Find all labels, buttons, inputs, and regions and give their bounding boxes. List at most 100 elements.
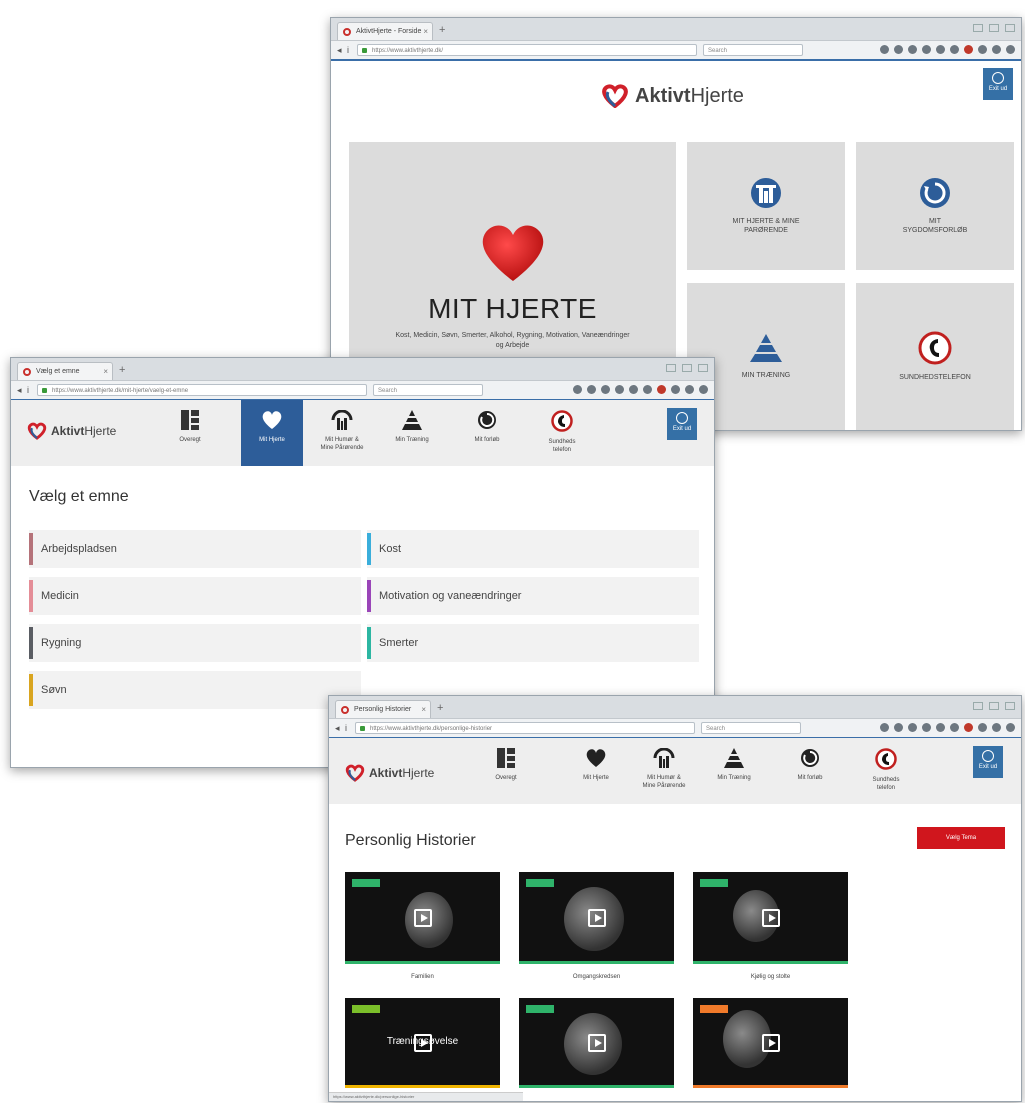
- info-icon[interactable]: i: [345, 722, 347, 734]
- nav-overblik[interactable]: Overegt: [475, 738, 537, 804]
- minimize-icon[interactable]: [973, 24, 983, 32]
- pocket-icon[interactable]: [908, 723, 917, 732]
- pocket-icon[interactable]: [601, 385, 610, 394]
- play-icon[interactable]: [413, 909, 432, 927]
- extension-icon[interactable]: [950, 723, 959, 732]
- topic-item[interactable]: Rygning: [29, 624, 361, 662]
- menu-icon[interactable]: [699, 385, 708, 394]
- brand-logo[interactable]: AktivtHjerte: [601, 84, 744, 108]
- topic-item[interactable]: Arbejdspladsen: [29, 530, 361, 568]
- back-icon[interactable]: ◂: [335, 722, 340, 734]
- nav-mit-hjerte[interactable]: Mit Hjerte: [241, 400, 303, 466]
- video-thumbnail[interactable]: [519, 872, 674, 964]
- video-thumbnail[interactable]: [519, 998, 674, 1088]
- close-window-icon[interactable]: [698, 364, 708, 372]
- tile-sygdomsforlob[interactable]: MIT SYGDOMSFORLØB: [856, 142, 1014, 270]
- video-caption[interactable]: Kjølig og stolte: [693, 974, 848, 980]
- nav-sundhedstelefon[interactable]: Sundheds telefon: [531, 400, 593, 466]
- maximize-icon[interactable]: [682, 364, 692, 372]
- menu-icon[interactable]: [1006, 45, 1015, 54]
- play-icon[interactable]: [761, 1034, 780, 1052]
- topic-item[interactable]: Motivation og vaneændringer: [367, 577, 699, 615]
- maximize-icon[interactable]: [989, 702, 999, 710]
- play-icon[interactable]: [587, 1034, 606, 1052]
- tab-close-icon[interactable]: ×: [423, 23, 428, 40]
- new-tab-icon[interactable]: +: [437, 701, 443, 715]
- nav-humor-parorende[interactable]: Mit Humør & Mine Pårørende: [633, 738, 695, 804]
- menu-icon[interactable]: [1006, 723, 1015, 732]
- address-bar[interactable]: https://www.aktivthjerte.dk/mit-hjerte/v…: [37, 384, 367, 396]
- settings-icon[interactable]: [992, 723, 1001, 732]
- sync-icon[interactable]: [978, 45, 987, 54]
- brand-logo[interactable]: AktivtHjerte: [345, 764, 434, 782]
- minimize-icon[interactable]: [973, 702, 983, 710]
- nav-sundhedstelefon[interactable]: Sundheds telefon: [855, 738, 917, 804]
- addon-icon[interactable]: [964, 45, 973, 54]
- search-input[interactable]: Search: [373, 384, 483, 396]
- video-thumbnail[interactable]: [345, 872, 500, 964]
- sync-icon[interactable]: [671, 385, 680, 394]
- minimize-icon[interactable]: [666, 364, 676, 372]
- topic-item[interactable]: Medicin: [29, 577, 361, 615]
- topic-item[interactable]: Kost: [367, 530, 699, 568]
- info-icon[interactable]: i: [27, 384, 29, 396]
- bookmark-icon[interactable]: [880, 45, 889, 54]
- new-tab-icon[interactable]: +: [119, 363, 125, 377]
- bookmark-icon[interactable]: [880, 723, 889, 732]
- address-bar[interactable]: https://www.aktivthjerte.dk/personlige-h…: [355, 722, 695, 734]
- logout-button[interactable]: Exit ud: [973, 746, 1003, 778]
- search-input[interactable]: Search: [701, 722, 801, 734]
- logout-button[interactable]: Exit ud: [667, 408, 697, 440]
- topic-item[interactable]: Søvn: [29, 671, 361, 709]
- settings-icon[interactable]: [685, 385, 694, 394]
- nav-humor-parorende[interactable]: Mit Humør & Mine Pårørende: [311, 400, 373, 466]
- tile-humor-parorende[interactable]: MIT HJERTE & MINE PARØRENDE: [687, 142, 845, 270]
- sync-icon[interactable]: [978, 723, 987, 732]
- new-tab-icon[interactable]: +: [439, 23, 445, 37]
- nav-mit-forlob[interactable]: Mit forløb: [779, 738, 841, 804]
- tile-sundhedstelefon[interactable]: SUNDHEDSTELEFON: [856, 283, 1014, 430]
- video-thumbnail[interactable]: [693, 998, 848, 1088]
- nav-mit-hjerte[interactable]: Mit Hjerte: [565, 738, 627, 804]
- extension-icon[interactable]: [950, 45, 959, 54]
- tab-close-icon[interactable]: ×: [421, 701, 426, 718]
- library-icon[interactable]: [587, 385, 596, 394]
- download-icon[interactable]: [922, 45, 931, 54]
- download-icon[interactable]: [922, 723, 931, 732]
- home-icon[interactable]: [629, 385, 638, 394]
- library-icon[interactable]: [894, 45, 903, 54]
- home-icon[interactable]: [936, 723, 945, 732]
- video-caption[interactable]: Omgangskredsen: [519, 974, 674, 980]
- addon-icon[interactable]: [657, 385, 666, 394]
- close-window-icon[interactable]: [1005, 702, 1015, 710]
- video-thumbnail[interactable]: [693, 872, 848, 964]
- nav-overblik[interactable]: Overegt: [159, 400, 221, 466]
- nav-min-traening[interactable]: Min Træning: [703, 738, 765, 804]
- info-icon[interactable]: i: [347, 44, 349, 56]
- nav-mit-forlob[interactable]: Mit forløb: [456, 400, 518, 466]
- addon-icon[interactable]: [964, 723, 973, 732]
- browser-tab[interactable]: Vælg et emne ×: [17, 362, 113, 380]
- nav-min-traening[interactable]: Min Træning: [381, 400, 443, 466]
- browser-tab[interactable]: Personlig Historier ×: [335, 700, 431, 718]
- back-icon[interactable]: ◂: [17, 384, 22, 396]
- address-bar[interactable]: https://www.aktivthjerte.dk/: [357, 44, 697, 56]
- settings-icon[interactable]: [992, 45, 1001, 54]
- download-icon[interactable]: [615, 385, 624, 394]
- bookmark-icon[interactable]: [573, 385, 582, 394]
- maximize-icon[interactable]: [989, 24, 999, 32]
- back-icon[interactable]: ◂: [337, 44, 342, 56]
- home-icon[interactable]: [936, 45, 945, 54]
- search-input[interactable]: Search: [703, 44, 803, 56]
- close-window-icon[interactable]: [1005, 24, 1015, 32]
- choose-theme-button[interactable]: Vælg Tema: [917, 827, 1005, 849]
- brand-logo[interactable]: AktivtHjerte: [27, 422, 116, 440]
- play-icon[interactable]: [761, 909, 780, 927]
- video-caption[interactable]: Familien: [345, 974, 500, 980]
- browser-tab[interactable]: AktivtHjerte - Forside ×: [337, 22, 433, 40]
- pocket-icon[interactable]: [908, 45, 917, 54]
- topic-item[interactable]: Smerter: [367, 624, 699, 662]
- play-icon[interactable]: [413, 1034, 432, 1052]
- play-icon[interactable]: [587, 909, 606, 927]
- extension-icon[interactable]: [643, 385, 652, 394]
